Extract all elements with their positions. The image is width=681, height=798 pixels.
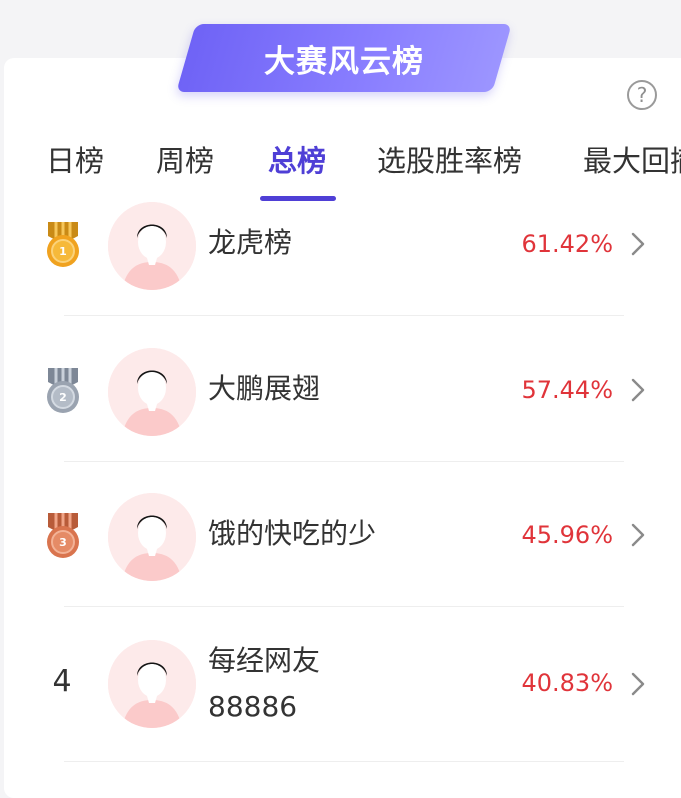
chevron-right-icon [631,232,645,256]
banner-title: 大赛风云榜 [264,43,424,80]
tab-bar: 日榜 周榜 总榜 选股胜率榜 最大回撤 [0,130,681,210]
user-name: 每经网友 [208,644,321,677]
win-rate: 57.44% [521,376,613,404]
avatar[interactable] [108,202,196,290]
user-name: 饿的快吃的少 [208,517,377,550]
medal-rank-label: 1 [59,245,67,258]
bronze-medal-icon: 3 [47,513,79,558]
win-rate: 45.96% [521,521,613,549]
question-circle-icon[interactable]: ? [627,80,657,110]
medal-rank-label: 3 [59,536,67,549]
row-divider [64,761,624,762]
medal-rank-label: 2 [59,391,67,404]
user-name: 大鹏展翅 [208,372,321,405]
ranking-row-2[interactable]: 2 大鹏展翅 57.44% [0,316,681,462]
silver-medal-icon: 2 [47,368,79,413]
tab-overall[interactable]: 总榜 [268,138,326,180]
ranking-row-4[interactable]: 4 每经网友 88886 40.83% [0,606,681,762]
chevron-right-icon [631,672,645,696]
ranking-row-3[interactable]: 3 饿的快吃的少 45.96% [0,461,681,607]
rank-number: 4 [52,664,72,699]
tab-stock-win-rate[interactable]: 选股胜率榜 [377,138,522,180]
avatar[interactable] [108,493,196,581]
tab-weekly[interactable]: 周榜 [156,138,214,180]
active-tab-indicator [260,196,336,201]
win-rate: 40.83% [521,669,613,697]
chevron-right-icon [631,523,645,547]
avatar[interactable] [108,640,196,728]
chevron-right-icon [631,378,645,402]
tab-max-drawdown[interactable]: 最大回撤 [583,138,681,180]
user-name-line2: 88886 [208,690,298,723]
leaderboard-banner: 大赛风云榜 [176,24,512,92]
tab-daily[interactable]: 日榜 [46,138,104,180]
avatar[interactable] [108,348,196,436]
user-name: 龙虎榜 [208,226,293,259]
gold-medal-icon: 1 [47,222,79,267]
win-rate: 61.42% [521,230,613,258]
